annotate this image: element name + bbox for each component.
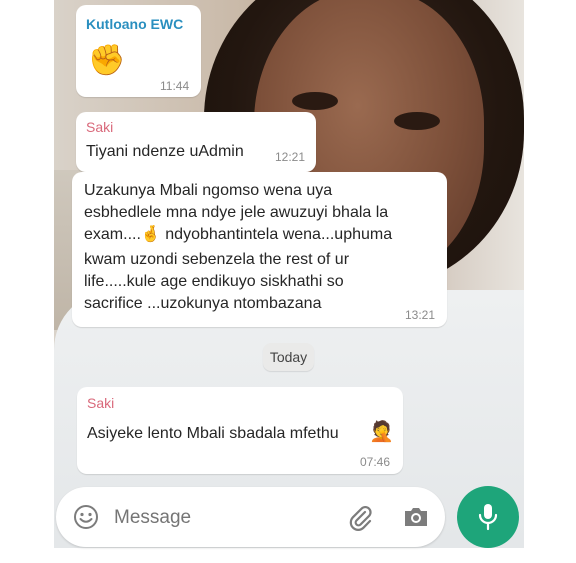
facepalm-emoji: 🤦 [369,421,394,443]
message-line: sacrifice ...uzokunya ntombazana [84,295,322,312]
message-time: 12:21 [275,150,306,164]
camera-icon[interactable] [402,504,430,530]
message-bubble[interactable]: Uzakunya Mbali ngomso wena uya esbhedlel… [72,172,447,327]
message-sender: Saki [86,119,114,135]
message-text: Asiyeke lento Mbali sbadala mfethu [87,425,339,442]
message-sender: Kutloano EWC [86,16,184,32]
chat-screen: Kutloano EWC ✊ 11:44 Saki Tiyani ndenze … [0,0,576,563]
message-bubble[interactable]: Saki Asiyeke lento Mbali sbadala mfethu … [77,387,403,474]
mic-button[interactable] [457,486,519,548]
date-chip: Today [263,343,314,371]
message-time: 07:46 [360,455,391,469]
message-bubble[interactable]: Kutloano EWC ✊ 11:44 [76,5,201,97]
wallpaper-eye-shape [394,112,440,130]
paperclip-icon[interactable] [346,503,374,531]
message-time: 11:44 [160,79,190,93]
message-line: esbhedlele mna ndye jele awuzuyi bhala l… [84,204,389,221]
message-sender: Saki [87,395,115,411]
message-line: life.....kule age endikuyo siskhathi so [84,273,344,290]
date-chip-label: Today [269,349,308,365]
mic-icon [476,502,500,532]
message-line: Uzakunya Mbali ngomso wena uya [84,182,333,199]
message-line: kwam uzondi sebenzela the rest of ur [84,251,350,268]
message-composer [56,487,445,547]
message-input[interactable] [112,502,316,534]
emoji-icon[interactable] [73,504,99,530]
message-line: exam....🤞 ndyobhantintela wena...uphuma [84,226,393,243]
wallpaper-eye-shape [292,92,338,110]
message-text: Tiyani ndenze uAdmin [86,143,244,160]
message-time: 13:21 [405,308,436,322]
fist-emoji: ✊ [88,44,126,77]
message-bubble[interactable]: Saki Tiyani ndenze uAdmin 12:21 [76,112,316,172]
